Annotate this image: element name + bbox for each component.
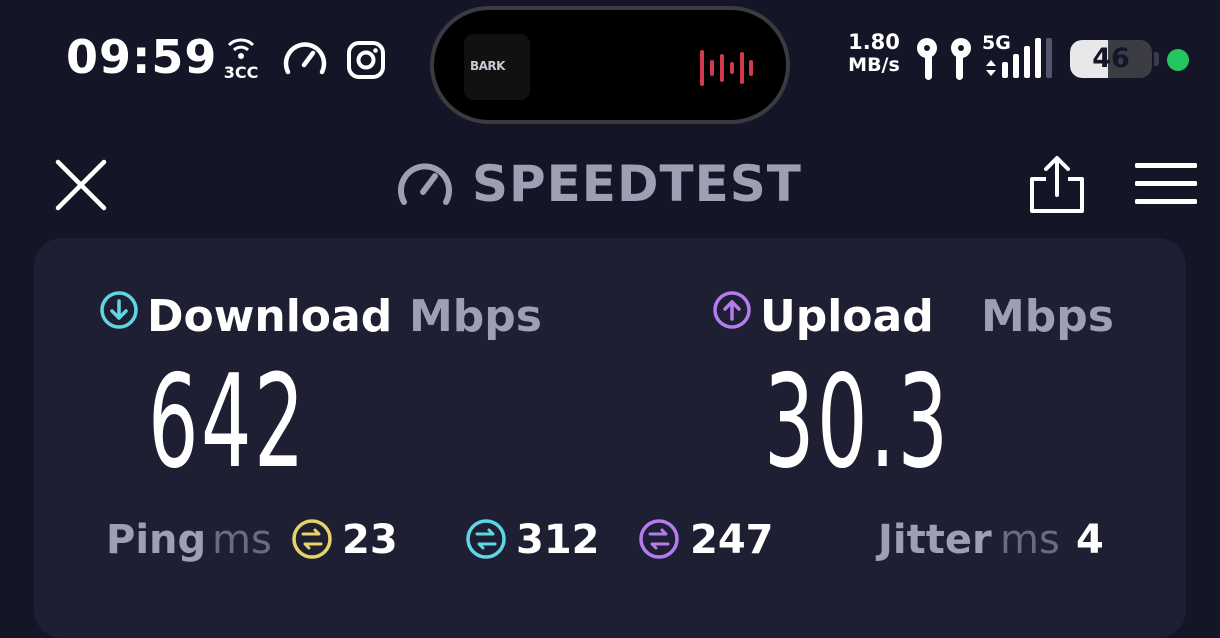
hotspot-icon: 3CC (220, 36, 262, 82)
download-unit: Mbps (409, 291, 542, 342)
now-playing-artwork[interactable]: BARK (464, 34, 530, 100)
ping-upload-value: 247 (690, 517, 774, 563)
hamburger-menu-icon (1135, 163, 1197, 204)
page-title: SPEEDTEST (472, 155, 802, 213)
jitter-value: 4 (1076, 517, 1104, 563)
jitter-label: Jitter (878, 517, 992, 563)
upload-label: Upload (760, 291, 934, 342)
battery-icon: 46 (1070, 40, 1152, 78)
clock: 09:59 (66, 30, 218, 84)
results-card: Download Mbps Upload Mbps 642 30.3 Ping … (34, 238, 1186, 638)
carrier-badge: 3CC (223, 63, 259, 82)
network-speed-value: 1.80 (848, 30, 900, 54)
speedometer-icon (282, 38, 328, 78)
share-icon (1030, 156, 1084, 213)
airpods-icon (914, 36, 974, 82)
battery-terminal (1154, 52, 1159, 66)
download-arrow-icon (100, 291, 138, 329)
download-header: Download Mbps (99, 290, 579, 342)
ping-download-value: 312 (516, 517, 600, 563)
share-button[interactable] (1026, 155, 1086, 215)
ping-label: Ping (106, 517, 207, 563)
instagram-icon (346, 40, 386, 80)
ping-unit: ms (212, 517, 272, 563)
close-button[interactable] (52, 156, 110, 214)
privacy-indicator-dot (1167, 49, 1189, 71)
now-playing-art-text: BARK (470, 59, 505, 73)
ping-upload-icon (639, 519, 679, 559)
upload-unit: Mbps (981, 291, 1114, 342)
jitter-unit: ms (1000, 517, 1060, 563)
status-bar: 09:59 3CC BARK 1.80 MB/s 5G 46 (0, 0, 1220, 125)
ping-idle-icon (292, 519, 332, 559)
download-label: Download (147, 291, 393, 342)
menu-button[interactable] (1134, 162, 1198, 206)
ping-idle-value: 23 (342, 517, 398, 563)
dynamic-island[interactable]: BARK (430, 6, 790, 124)
network-speed-unit: MB/s (848, 54, 900, 76)
battery-level: 46 (1092, 43, 1130, 74)
upload-header: Upload Mbps (712, 290, 1132, 342)
audio-waveform-icon (696, 48, 756, 88)
upload-speed-value: 30.3 (764, 348, 951, 497)
upload-arrow-icon (713, 291, 751, 329)
ping-download-icon (466, 519, 506, 559)
signal-bars-icon: 5G (980, 32, 1056, 82)
speedtest-logo-icon (396, 156, 454, 210)
download-speed-value: 642 (148, 348, 307, 497)
latency-row: Ping ms 23 312 247 Jitter ms 4 (34, 512, 1186, 568)
close-icon (55, 159, 107, 211)
network-speed: 1.80 MB/s (838, 30, 910, 76)
